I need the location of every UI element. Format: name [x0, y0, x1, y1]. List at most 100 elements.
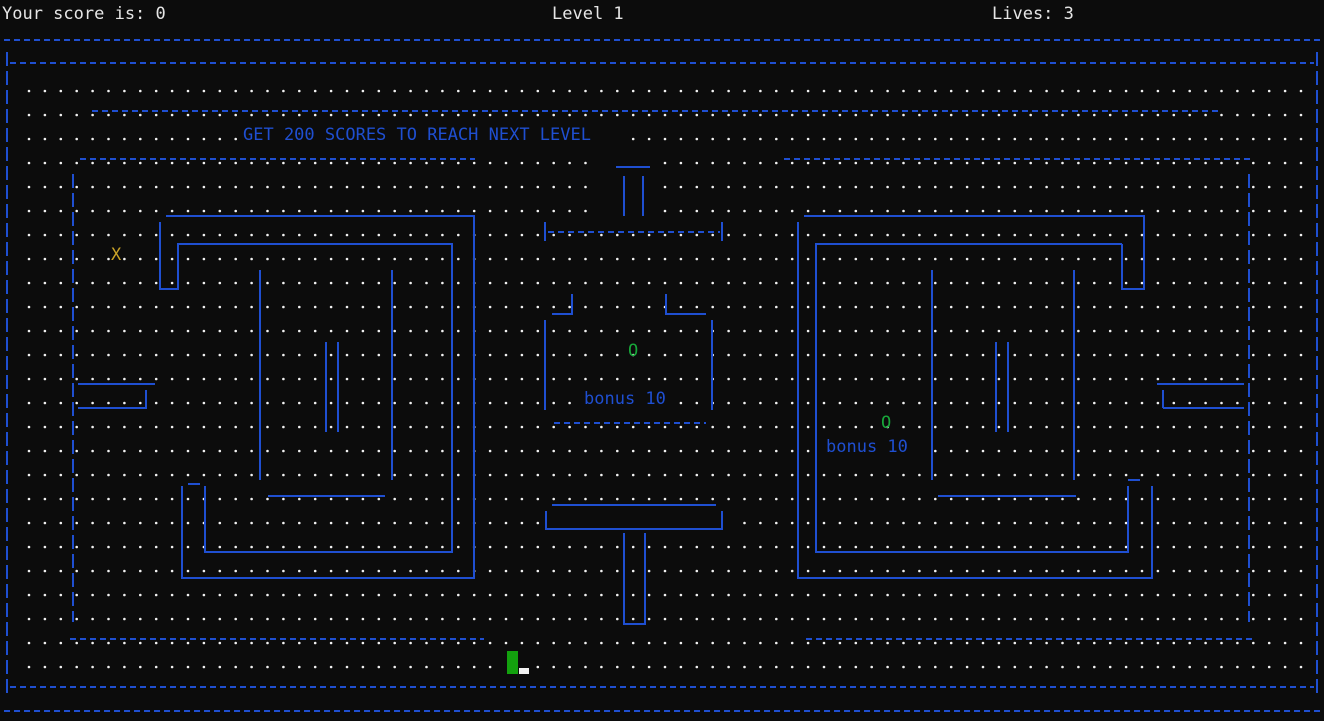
pellet	[1029, 329, 1032, 333]
pellet	[552, 233, 555, 237]
pellet	[743, 521, 746, 525]
pellet	[1283, 425, 1287, 429]
pellet	[488, 497, 492, 501]
pellet	[790, 497, 794, 501]
pellet	[425, 641, 428, 645]
pellet	[27, 185, 31, 189]
pellet	[91, 161, 94, 165]
pellet	[282, 401, 285, 405]
pellet	[282, 329, 285, 333]
pellet	[1077, 89, 1080, 93]
pellet	[981, 113, 985, 117]
pellet	[695, 593, 699, 597]
pellet	[1252, 593, 1255, 597]
pellet	[965, 257, 969, 261]
pellet	[997, 209, 1001, 213]
pellet	[679, 185, 683, 189]
pellet	[1252, 497, 1255, 501]
center-bottom-post	[623, 533, 646, 625]
pellet	[790, 545, 794, 549]
pellet	[1029, 377, 1032, 381]
pellet	[91, 377, 94, 381]
pellet	[393, 185, 397, 189]
pellet	[1220, 449, 1223, 453]
pellet	[139, 89, 142, 93]
pellet	[282, 281, 285, 285]
pellet	[1188, 233, 1191, 237]
pellet	[886, 401, 889, 405]
pellet	[631, 281, 635, 285]
pellet	[329, 665, 333, 669]
pellet	[186, 209, 190, 213]
pellet	[1013, 209, 1017, 213]
pellet	[1220, 473, 1223, 477]
pellet	[1045, 641, 1048, 645]
pellet	[679, 401, 683, 405]
pellet	[472, 641, 476, 645]
pellet	[647, 425, 651, 429]
pellet	[1077, 185, 1080, 189]
pellet	[123, 281, 126, 285]
pellet	[1140, 113, 1144, 117]
pellet	[1140, 233, 1144, 237]
pellet	[934, 209, 937, 213]
pellet	[1188, 113, 1191, 117]
pellet	[600, 641, 603, 645]
pellet	[218, 209, 222, 213]
pellet	[790, 353, 794, 357]
pellet	[139, 185, 142, 189]
pellet	[981, 137, 985, 141]
pellet	[1108, 137, 1112, 141]
pellet	[1045, 425, 1048, 429]
pellet	[854, 593, 858, 597]
bonus-label-center: bonus 10	[584, 389, 666, 409]
pellet	[266, 521, 269, 525]
pellet	[1188, 377, 1191, 381]
pellet	[981, 617, 985, 621]
pellet	[75, 137, 78, 141]
pellet	[186, 137, 190, 141]
pellet	[981, 449, 985, 453]
pellet	[902, 401, 905, 405]
pellet	[918, 329, 921, 333]
pellet	[568, 281, 571, 285]
pellet	[965, 425, 969, 429]
pellet	[536, 521, 540, 525]
pellet	[393, 233, 397, 237]
pellet	[488, 641, 492, 645]
pellet	[218, 89, 222, 93]
pellet	[536, 305, 540, 309]
pellet	[345, 665, 349, 669]
pellet	[91, 617, 94, 621]
pellet	[1236, 305, 1239, 309]
pellet	[170, 305, 174, 309]
pellet	[743, 473, 746, 477]
pellet	[934, 425, 937, 429]
pellet	[1188, 593, 1191, 597]
pellet	[361, 473, 365, 477]
pellet	[838, 209, 842, 213]
pellet	[854, 89, 858, 93]
pellet	[345, 89, 349, 93]
pellet	[377, 89, 381, 93]
player-pacman	[507, 651, 518, 674]
pellet	[139, 137, 142, 141]
pellet	[934, 257, 937, 261]
pellet	[1172, 545, 1176, 549]
pellet	[886, 161, 889, 165]
pellet	[329, 233, 333, 237]
pellet	[631, 425, 635, 429]
pellet	[186, 161, 190, 165]
pellet	[743, 185, 746, 189]
pellet	[759, 305, 762, 309]
pellet	[1045, 161, 1048, 165]
center-lower-bar	[545, 504, 723, 530]
pellet	[981, 641, 985, 645]
pellet	[1013, 497, 1017, 501]
pellet	[1204, 449, 1207, 453]
pellet	[838, 497, 842, 501]
pellet	[186, 569, 190, 573]
pellet	[1172, 497, 1176, 501]
pellet	[313, 113, 317, 117]
pellet	[631, 137, 635, 141]
